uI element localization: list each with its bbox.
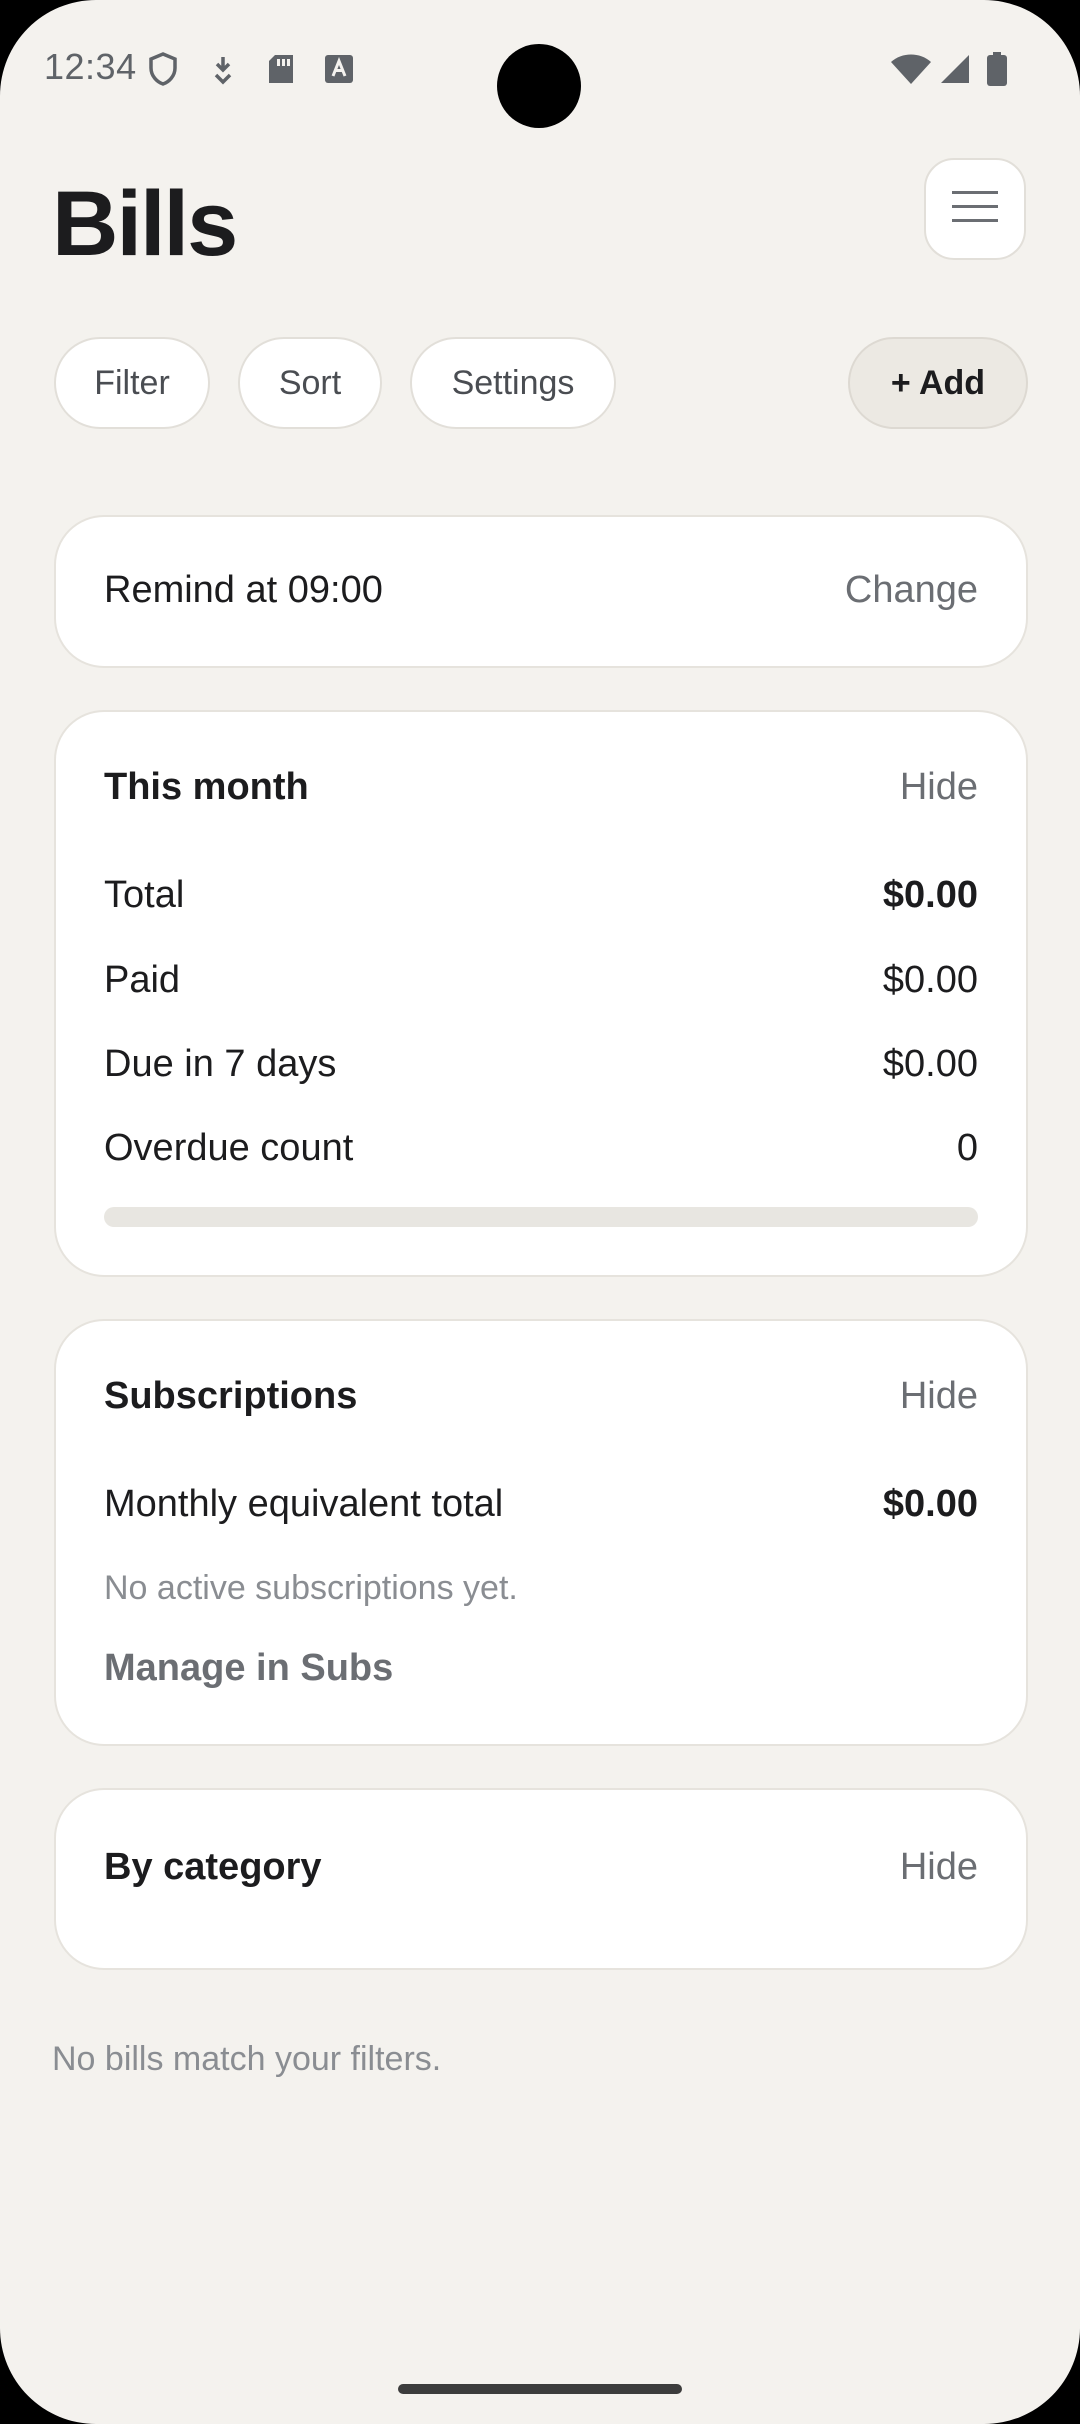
summary-row-label: Overdue count: [104, 1127, 354, 1169]
sd-card-icon: [264, 52, 298, 86]
page-title: Bills: [52, 173, 238, 275]
monthly-total-value: $0.00: [882, 1483, 978, 1525]
summary-row: Paid $0.00: [104, 959, 978, 1002]
summary-row-value: 0: [956, 1127, 978, 1169]
status-time: 12:34: [44, 46, 137, 87]
text-a-icon: [322, 52, 356, 86]
manage-subs-link[interactable]: Manage in Subs: [104, 1647, 393, 1690]
subscriptions-title: Subscriptions: [104, 1375, 358, 1417]
paid-progress-bar: [104, 1207, 978, 1227]
summary-row: Total $0.00: [104, 874, 978, 917]
by-category-card: By category Hide: [54, 1788, 1028, 1970]
hide-subscriptions-button[interactable]: Hide: [900, 1375, 978, 1418]
hide-by-category-button[interactable]: Hide: [900, 1846, 978, 1889]
summary-row-value: $0.00: [882, 874, 978, 916]
app-screen: 12:34 Bills Filter Sort Settings + Add R…: [0, 0, 1080, 2424]
summary-row-label: Total: [104, 874, 185, 916]
battery-icon: [980, 52, 1014, 86]
wifi-icon: [890, 52, 932, 86]
empty-state-text: No bills match your filters.: [52, 2040, 442, 2078]
filter-button[interactable]: Filter: [54, 337, 210, 429]
hamburger-menu-icon: [952, 189, 998, 230]
summary-row: Due in 7 days $0.00: [104, 1043, 978, 1086]
subscriptions-empty-text: No active subscriptions yet.: [104, 1569, 518, 1607]
summary-row-value: $0.00: [882, 959, 978, 1001]
this-month-title: This month: [104, 766, 309, 808]
hide-this-month-button[interactable]: Hide: [900, 766, 978, 809]
this-month-card: This month Hide Total $0.00 Paid $0.00 D…: [54, 710, 1028, 1277]
front-camera: [497, 44, 581, 128]
settings-button[interactable]: Settings: [410, 337, 616, 429]
sort-button[interactable]: Sort: [238, 337, 382, 429]
summary-row: Overdue count 0: [104, 1127, 978, 1170]
shield-icon: [146, 52, 180, 86]
monthly-total-label: Monthly equivalent total: [104, 1483, 504, 1525]
summary-row-label: Paid: [104, 959, 181, 1001]
download-icon: [206, 52, 240, 86]
subscriptions-card: Subscriptions Hide Monthly equivalent to…: [54, 1319, 1028, 1746]
summary-row-label: Due in 7 days: [104, 1043, 337, 1085]
change-reminder-button[interactable]: Change: [845, 569, 978, 612]
reminder-label: Remind at 09:00: [104, 569, 383, 611]
home-indicator[interactable]: [398, 2384, 682, 2394]
summary-row-value: $0.00: [882, 1043, 978, 1085]
signal-icon: [938, 52, 972, 86]
add-bill-button[interactable]: + Add: [848, 337, 1028, 429]
by-category-title: By category: [104, 1846, 322, 1888]
status-bar: 12:34: [0, 0, 1080, 140]
menu-button[interactable]: [924, 158, 1026, 260]
reminder-card: Remind at 09:00 Change: [54, 515, 1028, 668]
